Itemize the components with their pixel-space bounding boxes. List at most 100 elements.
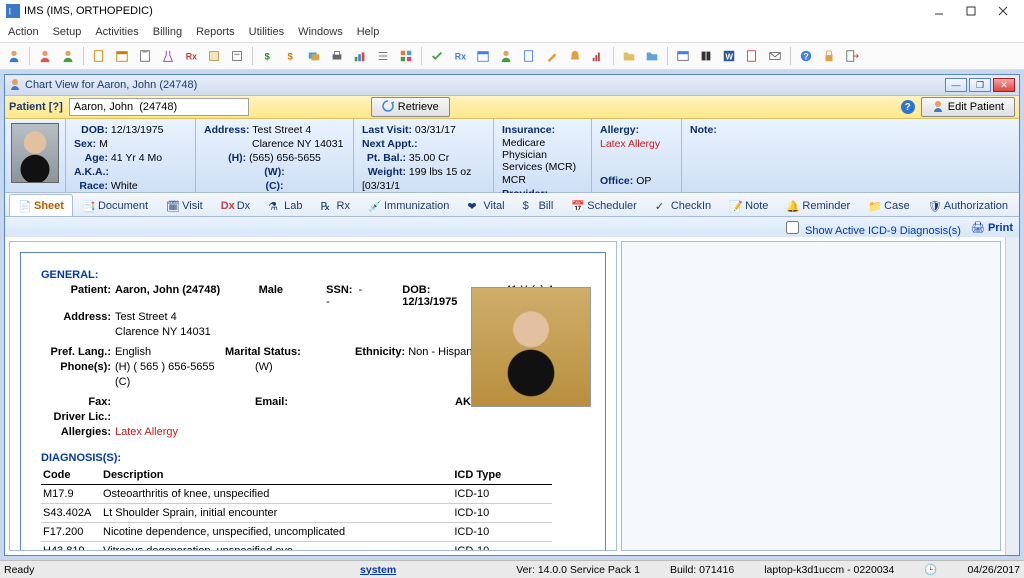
sheet-gender: Male	[259, 284, 327, 308]
toolbar-doc2-icon[interactable]	[519, 46, 539, 66]
tab-document[interactable]: 📑Document	[73, 194, 157, 216]
status-system-link[interactable]: system	[360, 564, 396, 576]
toolbar-pdf-icon[interactable]	[742, 46, 762, 66]
toolbar-mail-icon[interactable]	[765, 46, 785, 66]
chart-min-button[interactable]: —	[945, 78, 967, 92]
toolbar-money2-icon[interactable]: $	[281, 46, 301, 66]
tab-sheet[interactable]: 📄Sheet	[9, 194, 73, 216]
help-button[interactable]: ?	[901, 100, 915, 114]
toolbar-person-icon[interactable]	[4, 46, 24, 66]
show-active-icd9-input[interactable]	[786, 221, 799, 234]
menu-help[interactable]: Help	[357, 26, 380, 38]
chart-restore-button[interactable]: ❐	[969, 78, 991, 92]
addr-label: Address:	[204, 123, 250, 137]
toolbar-scroll-icon[interactable]	[204, 46, 224, 66]
toolbar-calendar2-icon[interactable]	[473, 46, 493, 66]
phone-h-value: (565) 656-5655	[249, 152, 321, 164]
toolbar-person4-icon[interactable]	[496, 46, 516, 66]
patient-lookup-bar: Patient [?] Retrieve ? Edit Patient	[5, 95, 1019, 119]
toolbar-list-icon[interactable]	[373, 46, 393, 66]
sheet-pane: GENERAL: Patient: Aaron, John (24748) Ma…	[9, 241, 617, 551]
patient-label: Patient [?]	[9, 101, 63, 113]
status-bar: Ready system Ver: 14.0.0 Service Pack 1 …	[0, 560, 1024, 578]
sheet-preflang-label: Pref. Lang.:	[41, 346, 111, 358]
chart-close-button[interactable]: ✕	[993, 78, 1015, 92]
window-close-button[interactable]	[988, 2, 1018, 20]
diag-code: H43.819	[41, 542, 101, 552]
sheet-ssn-label: SSN:	[326, 284, 352, 296]
tab-reminder[interactable]: 🔔Reminder	[777, 194, 859, 216]
general-header: GENERAL:	[41, 269, 585, 281]
patient-input[interactable]	[69, 98, 249, 116]
tab-vital[interactable]: ❤Vital	[458, 194, 513, 216]
print-icon: 🖨	[971, 222, 988, 234]
toolbar-xray-icon[interactable]	[696, 46, 716, 66]
window-max-button[interactable]	[956, 2, 986, 20]
vertical-scrollbar[interactable]	[1005, 237, 1019, 555]
toolbar-flask-icon[interactable]	[158, 46, 178, 66]
print-button[interactable]: 🖨 Print	[971, 221, 1013, 234]
tab-case-label: Case	[884, 200, 910, 212]
menu-billing[interactable]: Billing	[153, 26, 182, 38]
addr1-value: Test Street 4	[252, 124, 311, 136]
menu-action[interactable]: Action	[8, 26, 39, 38]
toolbar-signal-icon[interactable]	[588, 46, 608, 66]
toolbar-person3-icon[interactable]	[58, 46, 78, 66]
tab-visit[interactable]: 🗓Visit	[157, 194, 212, 216]
sheet-content-area: GENERAL: Patient: Aaron, John (24748) Ma…	[5, 237, 1019, 555]
tab-bill[interactable]: $Bill	[514, 194, 563, 216]
toolbar-money-icon[interactable]: $	[258, 46, 278, 66]
toolbar-cards-icon[interactable]	[304, 46, 324, 66]
tab-case[interactable]: 📁Case	[859, 194, 919, 216]
retrieve-button[interactable]: Retrieve	[371, 97, 450, 117]
toolbar-person2-icon[interactable]	[35, 46, 55, 66]
toolbar-window-icon[interactable]	[673, 46, 693, 66]
patient-photo-thumb	[11, 123, 59, 183]
toolbar-clipboard-icon[interactable]	[135, 46, 155, 66]
toolbar-folder2-icon[interactable]	[642, 46, 662, 66]
toolbar-lock-icon[interactable]	[819, 46, 839, 66]
ins-label: Insurance:	[502, 123, 555, 137]
sheet-patient-label: Patient:	[41, 284, 111, 308]
sheet-addr1: Test Street 4	[115, 311, 177, 323]
table-row: M17.9Osteoarthritis of knee, unspecified…	[41, 485, 552, 504]
toolbar-exit-icon[interactable]	[842, 46, 862, 66]
tab-authorization[interactable]: 🛡Authorization	[919, 194, 1017, 216]
toolbar-print-icon[interactable]	[327, 46, 347, 66]
menu-setup[interactable]: Setup	[53, 26, 82, 38]
toolbar-pencil-icon[interactable]	[542, 46, 562, 66]
toolbar-check-icon[interactable]	[427, 46, 447, 66]
window-min-button[interactable]	[924, 2, 954, 20]
status-date: 04/26/2017	[967, 564, 1020, 576]
toolbar-rx2-icon[interactable]: Rx	[450, 46, 470, 66]
toolbar-rx-icon[interactable]: Rx	[181, 46, 201, 66]
tab-lab[interactable]: ⚗Lab	[259, 194, 311, 216]
diag-type: ICD-10	[452, 504, 552, 523]
tab-referral[interactable]: ↗Referral	[1017, 194, 1024, 216]
toolbar-chart-icon[interactable]	[350, 46, 370, 66]
toolbar-calendar-icon[interactable]	[112, 46, 132, 66]
menu-utilities[interactable]: Utilities	[249, 26, 284, 38]
tab-scheduler[interactable]: 📅Scheduler	[562, 194, 646, 216]
tab-immunization[interactable]: 💉Immunization	[359, 194, 458, 216]
menu-reports[interactable]: Reports	[196, 26, 235, 38]
sheet-preflang: English	[115, 346, 225, 358]
edit-patient-button[interactable]: Edit Patient	[921, 97, 1015, 117]
menu-activities[interactable]: Activities	[95, 26, 138, 38]
toolbar-help-icon[interactable]: ?	[796, 46, 816, 66]
tab-dx[interactable]: DxDx	[212, 194, 259, 216]
tab-rx[interactable]: ℞Rx	[312, 194, 359, 216]
toolbar-note-icon[interactable]	[227, 46, 247, 66]
toolbar-doc-icon[interactable]	[89, 46, 109, 66]
toolbar-folder-icon[interactable]	[619, 46, 639, 66]
menu-windows[interactable]: Windows	[298, 26, 343, 38]
tab-dx-label: Dx	[237, 200, 250, 212]
tab-note[interactable]: 📝Note	[720, 194, 777, 216]
aka-label: A.K.A.:	[74, 165, 108, 179]
app-root: I IMS (IMS, ORTHOPEDIC) Action Setup Act…	[0, 0, 1024, 578]
toolbar-word-icon[interactable]: W	[719, 46, 739, 66]
show-active-icd9-checkbox[interactable]: Show Active ICD-9 Diagnosis(s)	[782, 218, 961, 237]
toolbar-grid-icon[interactable]	[396, 46, 416, 66]
toolbar-bell-icon[interactable]	[565, 46, 585, 66]
tab-checkin[interactable]: ✓CheckIn	[646, 194, 720, 216]
